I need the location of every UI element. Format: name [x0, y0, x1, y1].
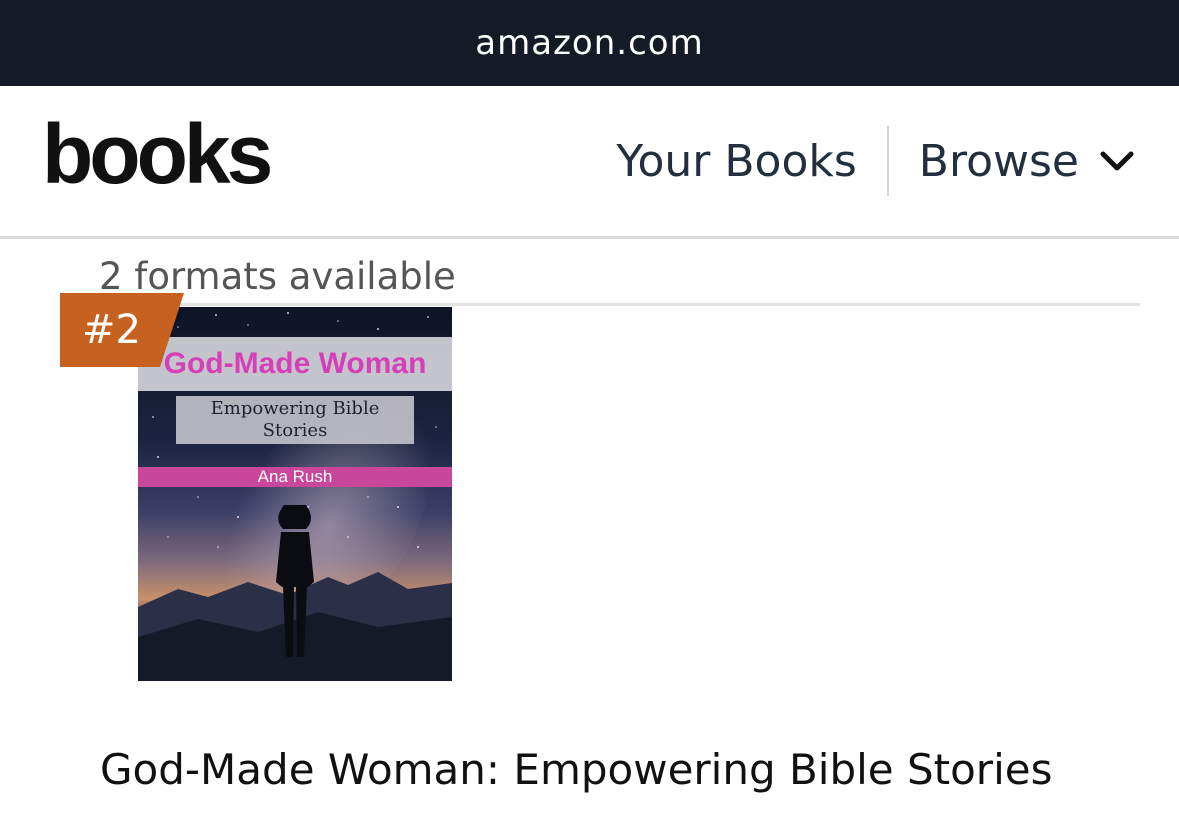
cover-title-band: God-Made Woman	[138, 337, 452, 391]
browser-url-bar[interactable]: amazon.com	[0, 0, 1179, 86]
cover-author-band: Ana Rush	[138, 467, 452, 487]
cover-subtitle: Empowering Bible Stories	[210, 398, 380, 441]
formats-available-link[interactable]: 2 formats available	[99, 255, 456, 298]
your-books-link[interactable]: Your Books	[616, 136, 856, 187]
browse-menu-button[interactable]: Browse	[919, 136, 1135, 187]
header-nav: Your Books Browse	[616, 126, 1135, 196]
cover-subtitle-box: Empowering Bible Stories	[176, 396, 414, 444]
rank-badge-text: #2	[82, 307, 141, 353]
browse-label: Browse	[918, 135, 1079, 187]
nav-divider	[886, 126, 889, 196]
url-text: amazon.com	[475, 23, 704, 63]
chevron-down-icon	[1100, 151, 1134, 171]
books-logo[interactable]: books	[42, 112, 273, 196]
book-title-link[interactable]: God-Made Woman: Empowering Bible Stories	[100, 745, 1052, 794]
section-divider	[99, 303, 1140, 306]
book-cover-image[interactable]: God-Made Woman Empowering Bible Stories …	[138, 307, 452, 681]
cover-title: God-Made Woman	[163, 347, 427, 380]
cover-author: Ana Rush	[257, 467, 333, 486]
site-header: books Your Books Browse	[0, 86, 1179, 239]
